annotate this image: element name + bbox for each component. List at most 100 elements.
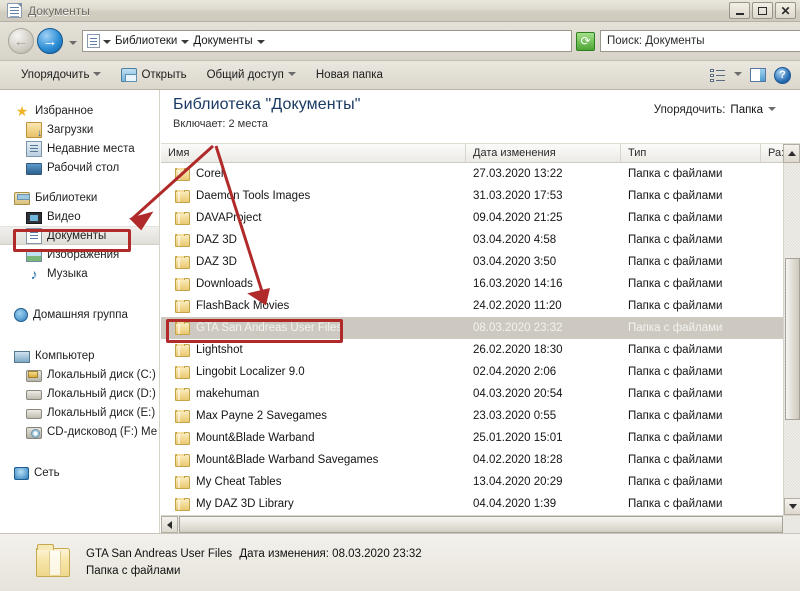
chevron-right-icon[interactable] [256, 40, 265, 44]
table-row[interactable]: Lightshot 26.02.2020 18:30 Папка с файлами [161, 339, 783, 361]
file-name-cell[interactable]: DAZ 3D [161, 233, 466, 247]
table-row[interactable]: makehuman 04.03.2020 20:54 Папка с файлами [161, 383, 783, 405]
file-name-cell[interactable]: Daemon Tools Images [161, 189, 466, 203]
sidebar-item-drive-c[interactable]: Локальный диск (C:) [0, 365, 159, 384]
sidebar-label: Локальный диск (D:) [47, 387, 156, 400]
file-name-cell[interactable]: Max Payne 2 Savegames [161, 409, 466, 423]
table-row[interactable]: Max Payne 2 Savegames 23.03.2020 0:55 Папк… [161, 405, 783, 427]
organize-button[interactable]: Упорядочить [14, 66, 108, 84]
sidebar-item-drive-d[interactable]: Локальный диск (D:) [0, 384, 159, 403]
chevron-right-icon[interactable] [181, 40, 190, 44]
file-name-cell[interactable]: Lingobit Localizer 9.0 [161, 365, 466, 379]
sidebar-item-pictures[interactable]: Изображения [0, 245, 159, 264]
scroll-down-button[interactable] [784, 498, 800, 515]
sidebar-item-cd-drive[interactable]: CD-дисковод (F:) Ме [0, 422, 159, 441]
breadcrumb-item-libraries[interactable]: Библиотеки [112, 35, 180, 47]
table-row[interactable]: My DAZ 3D Library 04.04.2020 1:39 Папка с … [161, 493, 783, 515]
breadcrumb-item-documents[interactable]: Документы [190, 35, 255, 47]
table-row[interactable]: Downloads 16.03.2020 14:16 Папка с файлами [161, 273, 783, 295]
open-button[interactable]: Открыть [114, 65, 193, 85]
search-input[interactable]: Поиск: Документы [607, 35, 800, 47]
table-row[interactable]: Mount&Blade Warband Savegames 04.02.2020 … [161, 449, 783, 471]
table-row[interactable]: Mount&Blade Warband 25.01.2020 15:01 Папка… [161, 427, 783, 449]
file-name-cell[interactable]: Mount&Blade Warband Savegames [161, 453, 466, 467]
arrange-value[interactable]: Папка [730, 104, 763, 116]
file-name-cell[interactable]: GTA San Andreas User Files [161, 321, 466, 335]
file-name-cell[interactable]: makehuman [161, 387, 466, 401]
minimize-button[interactable] [729, 2, 750, 19]
file-name-cell[interactable]: Lightshot [161, 343, 466, 357]
list-view-icon[interactable] [710, 68, 726, 82]
sidebar-group-libraries[interactable]: Библиотеки [0, 188, 159, 207]
sidebar-item-recent-places[interactable]: Недавние места [0, 139, 159, 158]
sidebar-item-music[interactable]: ♪ Музыка [0, 264, 159, 283]
sidebar-item-video[interactable]: Видео [0, 207, 159, 226]
includes-value[interactable]: 2 места [228, 118, 267, 130]
scrollbar-thumb[interactable] [785, 258, 800, 420]
vertical-scrollbar[interactable] [783, 163, 800, 515]
share-button[interactable]: Общий доступ [200, 66, 303, 84]
table-row[interactable]: Daemon Tools Images 31.03.2020 17:53 Папка… [161, 185, 783, 207]
view-dropdown-icon[interactable] [734, 71, 742, 76]
table-row[interactable]: DAZ 3D 03.04.2020 3:50 Папка с файлами [161, 251, 783, 273]
file-name-cell[interactable]: DAVAProject [161, 211, 466, 225]
sidebar-item-documents[interactable]: Документы [0, 226, 159, 245]
chevron-right-icon[interactable] [103, 40, 111, 44]
sidebar-item-drive-e[interactable]: Локальный диск (E:) [0, 403, 159, 422]
library-includes: Включает: 2 места [173, 118, 800, 130]
search-box[interactable]: Поиск: Документы 🔍 [600, 30, 800, 52]
window-title: Документы [28, 3, 90, 18]
sidebar-item-downloads[interactable]: Загрузки [0, 120, 159, 139]
file-date-cell: 03.04.2020 4:58 [473, 234, 557, 246]
table-row[interactable]: Lingobit Localizer 9.0 02.04.2020 2:06 Пап… [161, 361, 783, 383]
column-header-date[interactable]: Дата изменения [466, 144, 621, 162]
preview-pane-icon[interactable] [750, 68, 766, 82]
table-row[interactable]: GTA San Andreas User Files 08.03.2020 23:… [161, 317, 783, 339]
scroll-left-button[interactable] [161, 516, 178, 533]
file-type-cell: Папка с файлами [628, 278, 723, 290]
table-row[interactable]: FlashBack Movies 24.02.2020 11:20 Папка с … [161, 295, 783, 317]
column-header-name[interactable]: Имя [161, 144, 466, 162]
history-dropdown-button[interactable] [69, 34, 77, 48]
file-list-pane: Библиотека "Документы" Включает: 2 места… [161, 90, 800, 533]
help-icon[interactable]: ? [774, 66, 791, 84]
maximize-button[interactable] [752, 2, 773, 19]
back-button[interactable]: ← [8, 28, 34, 54]
file-name-cell[interactable]: FlashBack Movies [161, 299, 466, 313]
column-header-type[interactable]: Тип [621, 144, 761, 162]
file-list[interactable]: Corel 27.03.2020 13:22 Папка с файлами Daem… [161, 163, 783, 515]
file-name-label: FlashBack Movies [196, 300, 290, 312]
file-name-cell[interactable]: Corel [161, 167, 466, 181]
file-name-cell[interactable]: Downloads [161, 277, 466, 291]
file-type-cell: Папка с файлами [628, 322, 723, 334]
file-name-cell[interactable]: DAZ 3D [161, 255, 466, 269]
sidebar-group-homegroup[interactable]: Домашняя группа [0, 305, 159, 324]
table-row[interactable]: Corel 27.03.2020 13:22 Папка с файлами [161, 163, 783, 185]
chevron-down-icon[interactable] [768, 106, 776, 111]
file-name-cell[interactable]: My DAZ 3D Library [161, 497, 466, 511]
chevron-down-icon [69, 41, 77, 45]
navigation-pane: ★ Избранное Загрузки Недавние места Рабо… [0, 90, 160, 533]
table-row[interactable]: DAZ 3D 03.04.2020 4:58 Папка с файлами [161, 229, 783, 251]
scrollbar-thumb[interactable] [179, 516, 783, 533]
breadcrumb[interactable]: Библиотеки Документы [82, 30, 572, 52]
sidebar-group-favorites[interactable]: ★ Избранное [0, 101, 159, 120]
sidebar-group-computer[interactable]: Компьютер [0, 346, 159, 365]
file-name-cell[interactable]: My Cheat Tables [161, 475, 466, 489]
folder-icon [175, 321, 190, 335]
table-row[interactable]: DAVAProject 09.04.2020 21:25 Папка с файла… [161, 207, 783, 229]
open-label: Открыть [141, 69, 187, 81]
table-row[interactable]: My Cheat Tables 13.04.2020 20:29 Папка с ф… [161, 471, 783, 493]
sidebar-group-network[interactable]: Сеть [0, 463, 159, 482]
file-name-cell[interactable]: Mount&Blade Warband [161, 431, 466, 445]
horizontal-scrollbar[interactable] [161, 515, 800, 533]
refresh-button[interactable]: ⟳ [576, 31, 595, 51]
forward-button[interactable]: → [37, 28, 63, 54]
close-button[interactable]: ✕ [775, 2, 796, 19]
star-icon: ★ [15, 102, 29, 119]
arrange-by-control[interactable]: Упорядочить: Папка [654, 104, 776, 116]
scroll-up-button[interactable] [783, 144, 800, 163]
downloads-icon [26, 121, 42, 139]
new-folder-button[interactable]: Новая папка [309, 66, 390, 84]
sidebar-item-desktop[interactable]: Рабочий стол [0, 158, 159, 177]
